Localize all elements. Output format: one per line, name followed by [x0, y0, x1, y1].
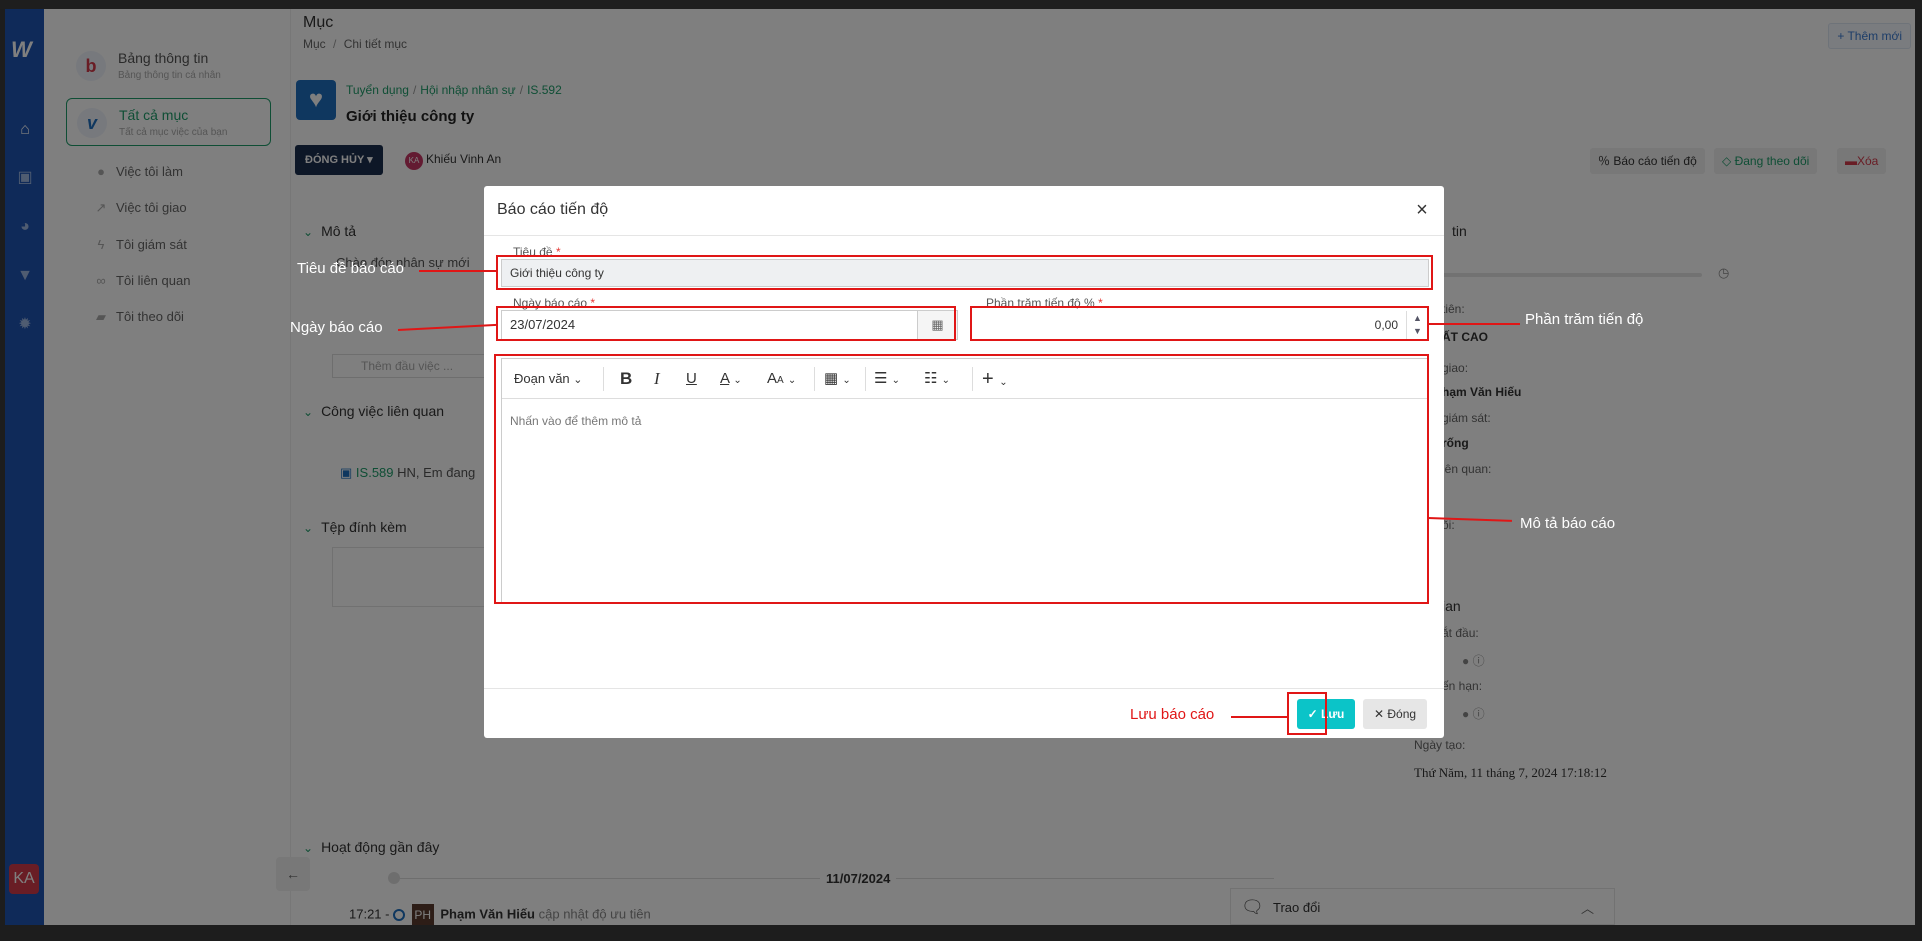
annotation-line-title	[419, 270, 497, 272]
annotation-box-percent	[970, 306, 1429, 341]
annotation-line-save	[1231, 716, 1287, 718]
annotation-box-title	[496, 255, 1433, 290]
annotation-title-label: Tiêu đề báo cáo	[297, 260, 405, 277]
close-x-icon: ✕	[1373, 707, 1385, 721]
annotation-box-save	[1287, 692, 1327, 735]
annotation-save-label: Lưu báo cáo	[1130, 706, 1215, 723]
close-button[interactable]: ✕ Đóng	[1363, 699, 1427, 729]
annotation-date-label: Ngày báo cáo	[290, 319, 383, 336]
annotation-percent-label: Phần trăm tiến độ	[1525, 311, 1644, 328]
close-icon[interactable]: ×	[1410, 198, 1434, 222]
dialog-header: Báo cáo tiến độ ×	[484, 186, 1444, 236]
annotation-box-description	[494, 354, 1429, 604]
dialog-title: Báo cáo tiến độ	[497, 201, 609, 218]
annotation-box-date	[496, 306, 956, 341]
close-label: Đóng	[1387, 707, 1417, 721]
annotation-line-percent	[1428, 323, 1520, 325]
annotation-description-label: Mô tả báo cáo	[1520, 515, 1616, 532]
